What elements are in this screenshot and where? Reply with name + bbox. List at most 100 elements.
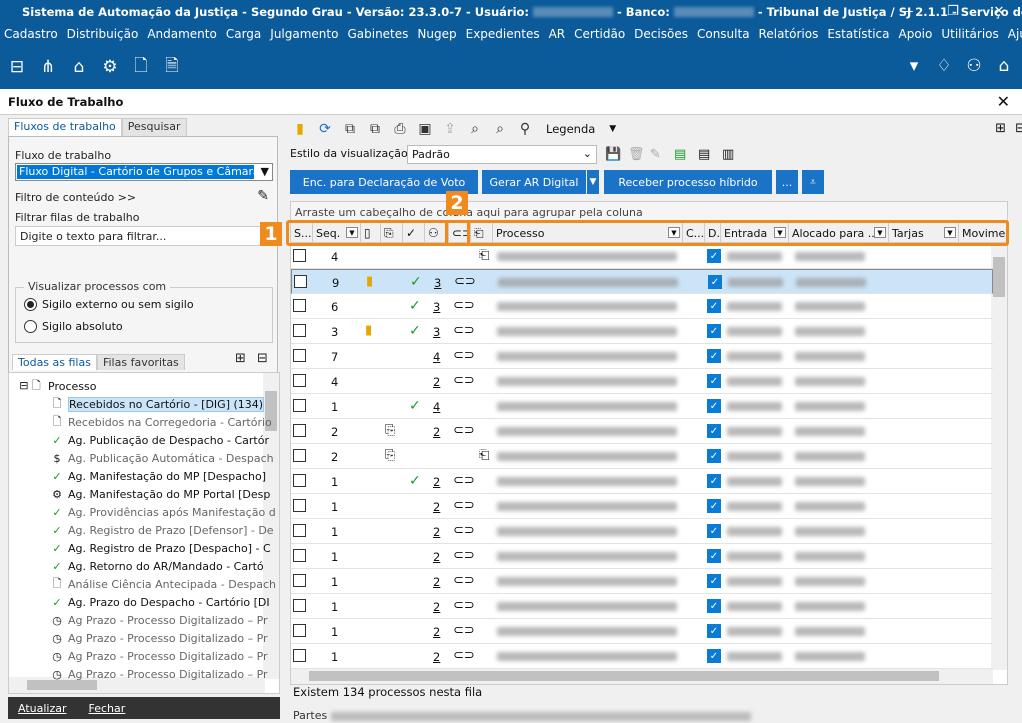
row-count-link[interactable]: 2	[433, 550, 440, 564]
gerar-ar-dropdown-icon[interactable]: ▼	[587, 170, 599, 194]
tree-item[interactable]: ✓ Ag. Manifestação do MP [Despacho]	[49, 467, 266, 485]
menu-item[interactable]: Nugep	[417, 27, 456, 41]
bookmark-icon[interactable]: ▮	[290, 119, 310, 139]
filtro-conteudo-link[interactable]: Filtro de conteúdo >>	[15, 191, 136, 204]
tree-item[interactable]: ◷ Ag Prazo - Processo Digitalizado – Pr	[49, 629, 267, 647]
fluxo-select[interactable]: Fluxo Digital - Cartório de Grupos e Câm…	[15, 163, 273, 181]
row-count-link[interactable]: 2	[433, 525, 440, 539]
d-checkbox[interactable]: ✓	[707, 599, 721, 613]
list-doc-icon[interactable]: ▤	[698, 147, 710, 162]
row-checkbox[interactable]	[293, 474, 306, 487]
row-checkbox[interactable]	[293, 524, 306, 537]
d-checkbox[interactable]: ✓	[707, 624, 721, 638]
table-row[interactable]: 2 ⎘ 2 ⊂⊃ ✓	[291, 419, 993, 444]
hierarchy-icon[interactable]: ⋔	[37, 56, 59, 78]
table-row[interactable]: 1 ✓ 2 ⊂⊃ ✓	[291, 469, 993, 494]
row-count-link[interactable]: 2	[433, 475, 440, 489]
d-checkbox[interactable]: ✓	[707, 649, 721, 663]
close-panel-icon[interactable]: ✕	[997, 92, 1010, 111]
minimize-icon[interactable]: —	[884, 0, 930, 23]
edit-style-icon[interactable]: ✎	[650, 147, 661, 162]
tree-collapse-icon[interactable]: ⊟	[257, 351, 268, 366]
save-style-icon[interactable]: 💾	[605, 147, 621, 162]
atualizar-button[interactable]: Atualizar	[18, 702, 67, 715]
row-count-link[interactable]: 4	[433, 400, 440, 414]
row-checkbox[interactable]	[293, 549, 306, 562]
link-icon[interactable]: ⊂⊃	[453, 323, 475, 338]
row-count-link[interactable]: 3	[433, 325, 440, 339]
menu-item[interactable]: Expedientes	[466, 27, 540, 41]
row-checkbox[interactable]	[293, 349, 306, 362]
d-checkbox[interactable]: ✓	[707, 324, 721, 338]
save-doc-icon[interactable]: ▣	[415, 119, 435, 139]
menu-item[interactable]: Distribuição	[67, 27, 139, 41]
fechar-button[interactable]: Fechar	[89, 702, 126, 715]
print-icon[interactable]: ⎙	[390, 119, 410, 139]
tree-item[interactable]: ◷ Ag Prazo - Processo Digitalizado – Pr	[49, 665, 267, 683]
refresh-icon[interactable]: ⟳	[315, 119, 335, 139]
tab-filas-favoritas[interactable]: Filas favoritas	[96, 354, 185, 370]
receber-hibrido-button[interactable]: Receber processo híbrido	[604, 170, 772, 194]
menu-item[interactable]: AR	[549, 27, 566, 41]
row-count-link[interactable]: 4	[433, 350, 440, 364]
tree-item[interactable]: ⊟ 🗋 Processo	[15, 377, 96, 395]
d-checkbox[interactable]: ✓	[707, 474, 721, 488]
table-row[interactable]: 1 2 ⊂⊃ ✓	[291, 519, 993, 544]
d-checkbox[interactable]: ✓	[707, 349, 721, 363]
upload-icon[interactable]: ⇪	[440, 119, 460, 139]
d-checkbox[interactable]: ✓	[708, 275, 722, 289]
table-row[interactable]: 1 ✓ 4 ✓	[291, 394, 993, 419]
link-icon[interactable]: ⊂⊃	[453, 623, 475, 638]
distribute-icon[interactable]: ⌂	[68, 56, 90, 78]
more-button[interactable]: ...	[776, 170, 798, 194]
row-count-link[interactable]: 2	[433, 500, 440, 514]
radio-sigilo-absoluto[interactable]: Sigilo absoluto	[24, 320, 123, 333]
d-checkbox[interactable]: ✓	[707, 574, 721, 588]
grid-hscroll[interactable]	[291, 668, 993, 684]
tree-item[interactable]: 🗋 Recebidos no Cartório - [DIG] (134)	[49, 395, 265, 413]
table-row[interactable]: 2 ⎘ ⎗ ✓	[291, 444, 993, 469]
gerar-ar-button[interactable]: Gerar AR Digital	[482, 170, 586, 194]
tree-item[interactable]: ✓ Ag. Registro de Prazo [Despacho] - C	[49, 539, 270, 557]
tree-expand-icon[interactable]: ⊞	[235, 351, 246, 366]
menu-item[interactable]: Gabinetes	[347, 27, 408, 41]
link-icon[interactable]: ⊂⊃	[453, 498, 475, 513]
tree-item[interactable]: ⚙ Ag. Manifestação do MP Portal [Desp	[49, 485, 270, 503]
menu-item[interactable]: Certidão	[574, 27, 625, 41]
table-row[interactable]: 4 ⎗ ✓	[291, 244, 993, 269]
table-row[interactable]: 1 2 ⊂⊃ ✓	[291, 544, 993, 569]
group-collapse-icon[interactable]: ⊟	[1015, 121, 1022, 136]
link-icon[interactable]: ⊂⊃	[454, 274, 476, 289]
row-checkbox[interactable]	[293, 624, 306, 637]
table-row[interactable]: 1 2 ⊂⊃ ✓	[291, 594, 993, 619]
report-icon[interactable]: 🗎	[161, 56, 183, 78]
link-icon[interactable]: ⊂⊃	[453, 348, 475, 363]
link-icon[interactable]: ⊂⊃	[453, 648, 475, 663]
menu-item[interactable]: Relatórios	[759, 27, 819, 41]
home-icon[interactable]: ⌂	[992, 54, 1016, 78]
bell-icon[interactable]: ♢	[932, 54, 956, 78]
row-count-link[interactable]: 2	[433, 625, 440, 639]
tab-todas-filas[interactable]: Todas as filas	[12, 354, 97, 370]
tree-item[interactable]: ◷ Ag Prazo - Processo Digitalizado – Pr	[49, 647, 267, 665]
row-checkbox[interactable]	[293, 399, 306, 412]
search-doc-icon[interactable]: ⌕	[465, 119, 485, 139]
dropdown-icon[interactable]: ▾	[902, 54, 926, 78]
restore-icon[interactable]: ❐	[930, 0, 976, 23]
menu-item[interactable]: Julgamento	[270, 27, 338, 41]
table-row[interactable]: 1 2 ⊂⊃ ✓	[291, 494, 993, 519]
tree-item[interactable]: ✓ Ag. Retorno do AR/Mandado - Cartó	[49, 557, 263, 575]
table-row[interactable]: 6 ✓ 3 ⊂⊃ ✓	[291, 294, 993, 319]
duplicate-icon[interactable]: ⧉	[365, 119, 385, 139]
export-icon[interactable]: ▥	[722, 147, 734, 162]
row-checkbox[interactable]	[293, 449, 306, 462]
row-count-link[interactable]: 2	[433, 375, 440, 389]
excel-icon[interactable]: ▤	[674, 147, 686, 162]
link-icon[interactable]: ⊂⊃	[453, 523, 475, 538]
row-checkbox[interactable]	[294, 275, 307, 288]
brush-icon[interactable]: ✎	[257, 188, 269, 204]
link-icon[interactable]: ⊂⊃	[453, 548, 475, 563]
table-row[interactable]: 1 2 ⊂⊃ ✓	[291, 569, 993, 594]
delete-style-icon[interactable]: 🗑	[628, 147, 645, 162]
d-checkbox[interactable]: ✓	[707, 374, 721, 388]
